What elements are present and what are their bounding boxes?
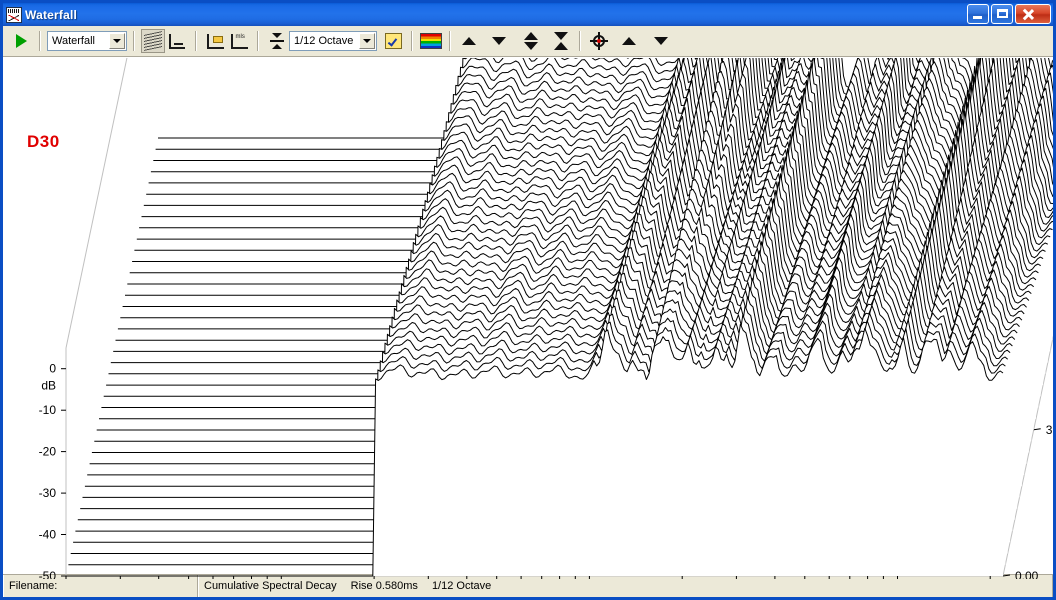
toolbar-separator — [579, 31, 581, 51]
minimize-icon — [973, 16, 982, 19]
smoothing-select[interactable]: 1/12 Octave — [289, 31, 377, 51]
svg-text:-40: -40 — [39, 528, 57, 542]
status-smoothing: 1/12 Octave — [431, 580, 492, 592]
play-icon — [15, 34, 27, 48]
crosshair-target-icon — [590, 32, 608, 50]
window-title: Waterfall — [25, 7, 78, 22]
toolbar-separator — [39, 31, 41, 51]
toolbar-separator — [449, 31, 451, 51]
svg-text:3.06: 3.06 — [1046, 423, 1053, 437]
svg-text:dB: dB — [41, 378, 56, 392]
rainbow-palette-icon — [420, 33, 442, 49]
mls-button[interactable] — [227, 29, 251, 53]
compress-button[interactable] — [265, 29, 289, 53]
collapse-button[interactable] — [549, 29, 573, 53]
step-button[interactable] — [165, 29, 189, 53]
raise-button[interactable] — [457, 29, 481, 53]
toolbar-separator — [195, 31, 197, 51]
arrow-up-down-icon — [524, 32, 538, 50]
svg-text:-20: -20 — [39, 445, 57, 459]
checklist-icon — [384, 33, 402, 49]
maximize-button[interactable] — [991, 4, 1013, 24]
toolbar-separator — [411, 31, 413, 51]
window-controls — [967, 4, 1051, 24]
expand-button[interactable] — [519, 29, 543, 53]
lower-button[interactable] — [487, 29, 511, 53]
status-measurement: Cumulative Spectral Decay — [204, 580, 337, 592]
toolbar-separator — [133, 31, 135, 51]
open-button[interactable] — [203, 29, 227, 53]
chevron-down-icon[interactable] — [359, 33, 375, 49]
svg-text:0.00: 0.00 — [1015, 569, 1039, 579]
chevron-down-icon[interactable] — [109, 33, 125, 49]
waterfall-mesh-icon — [144, 31, 162, 51]
arrow-up-icon — [462, 37, 476, 45]
status-rise: Rise 0.580ms — [350, 580, 418, 592]
plot-client-area[interactable]: 20501002005001k2k5k10k20k Hz0dB-10-20-30… — [3, 57, 1053, 579]
waterfall-plot[interactable]: 20501002005001k2k5k10k20k Hz0dB-10-20-30… — [3, 58, 1053, 579]
arrow-down-icon — [654, 37, 668, 45]
arrow-up-icon — [622, 37, 636, 45]
arrow-down-icon — [492, 37, 506, 45]
waterfall-window: Waterfall Waterfall mls 1/12 Octave 0 dB… — [0, 0, 1056, 600]
waterfall-app-icon — [6, 6, 22, 23]
toolbar: Waterfall 1/12 Octave — [3, 26, 1053, 57]
mls-icon — [230, 33, 248, 49]
options-button[interactable] — [381, 29, 405, 53]
step-response-icon — [169, 33, 185, 49]
view-select-value: Waterfall — [52, 35, 95, 47]
prev-button[interactable] — [617, 29, 641, 53]
mesh-button[interactable] — [141, 29, 165, 53]
plot-corner-label: D30 — [27, 132, 60, 151]
minimize-button[interactable] — [967, 4, 989, 24]
status-filename-label: Filename: — [9, 580, 58, 592]
hourglass-icon — [554, 32, 568, 50]
toolbar-separator — [257, 31, 259, 51]
svg-text:-10: -10 — [39, 403, 57, 417]
svg-text:-50: -50 — [39, 569, 57, 579]
title-bar: Waterfall — [3, 3, 1053, 26]
maximize-icon — [997, 9, 1008, 18]
svg-text:0: 0 — [49, 362, 56, 376]
open-folder-icon — [206, 33, 224, 49]
palette-button[interactable] — [419, 29, 443, 53]
cursor-button[interactable] — [587, 29, 611, 53]
close-button[interactable] — [1015, 4, 1051, 24]
view-select[interactable]: Waterfall — [47, 31, 127, 51]
smoothing-select-value: 1/12 Octave — [294, 35, 354, 47]
next-button[interactable] — [649, 29, 673, 53]
run-button[interactable] — [9, 29, 33, 53]
compress-icon — [270, 33, 284, 49]
svg-text:-30: -30 — [39, 486, 57, 500]
